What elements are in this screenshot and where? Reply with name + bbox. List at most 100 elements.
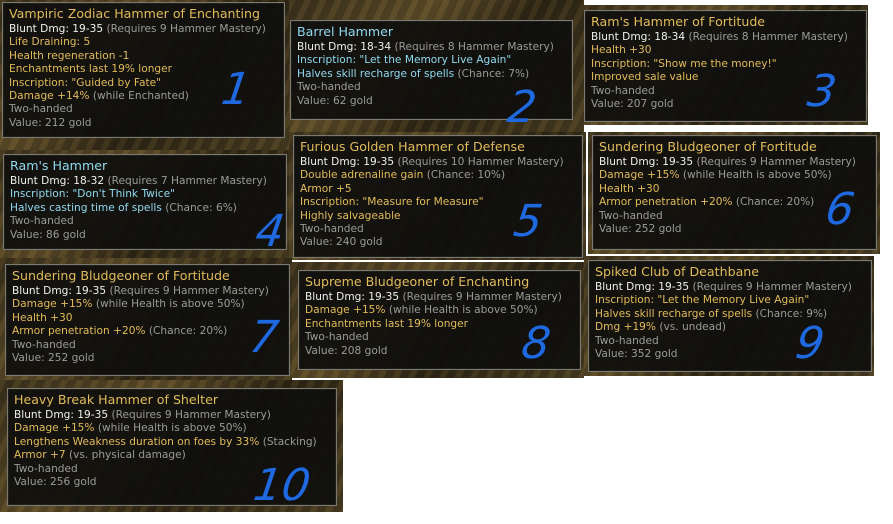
property-text: Blunt Dmg: 19-35 [300,156,398,168]
property-note: Value: 252 gold [12,352,95,365]
property-note: Two-handed [599,209,663,222]
item-property-line: Lengthens Weakness duration on foes by 3… [14,436,330,449]
property-note: (Chance: 7%) [457,67,530,80]
item-name: Vampiric Zodiac Hammer of Enchanting [9,6,260,21]
property-text: Inscription: "Measure for Measure" [300,196,484,209]
property-text: Blunt Dmg: 18-34 [297,41,395,53]
item-tooltip-9: Spiked Club of Deathbane Blunt Dmg: 19-35… [588,260,872,372]
item-name: Sundering Bludgeoner of Fortitude [12,268,230,283]
item-property-line: Blunt Dmg: 19-35 (Requires 9 Hammer Mast… [305,291,574,304]
property-text: Armor penetration +20% [12,325,149,338]
property-text: Inscription: "Let the Memory Live Again" [595,294,810,307]
property-text: Enchantments last 19% longer [305,317,469,330]
property-note: Two-handed [300,223,364,236]
property-note: (Requires 9 Hammer Mastery) [111,409,271,421]
property-text: Blunt Dmg: 19-35 [599,156,697,168]
property-text: Damage +15% [12,298,96,311]
property-note: Value: 62 gold [297,94,373,107]
property-note: (Chance: 10%) [426,169,506,182]
property-text: Armor +7 [14,449,69,462]
item-property-line: Halves skill recharge of spells (Chance:… [297,68,566,81]
item-name: Spiked Club of Deathbane [595,264,760,279]
item-name: Furious Golden Hammer of Defense [300,139,525,154]
item-property-line: Value: 352 gold [595,348,865,361]
property-note: Value: 252 gold [599,223,682,236]
property-note: (Chance: 20%) [148,325,228,338]
item-property-line: Inscription: "Let the Memory Live Again" [297,54,566,67]
property-text: Damage +14% [9,90,93,103]
item-property-line: Damage +15% (while Health is above 50%) [12,298,283,311]
property-note: (Requires 9 Hammer Mastery) [696,156,856,168]
property-note: Value: 256 gold [14,476,97,489]
item-property-line: Blunt Dmg: 19-35 (Requires 9 Hammer Mast… [595,281,865,294]
property-note: Two-handed [12,338,76,351]
property-text: Health +30 [591,44,652,57]
property-note: (while Health is above 50%) [97,422,247,435]
item-property-line: Armor penetration +20% (Chance: 20%) [12,325,283,338]
property-text: Inscription: "Guided by Fate" [9,76,162,89]
property-note: Two-handed [297,81,361,94]
item-property-line: Health regeneration -1 [9,50,278,63]
property-note: Value: 86 gold [10,228,86,241]
item-property-line: Inscription: "Don't Think Twice" [10,188,280,201]
item-name: Heavy Break Hammer of Shelter [14,392,219,407]
property-text: Health +30 [12,311,73,324]
item-property-line: Blunt Dmg: 19-35 (Requires 9 Hammer Mast… [14,409,330,422]
property-text: Blunt Dmg: 18-34 [591,31,689,43]
item-property-line: Two-handed [12,339,283,352]
property-note: Two-handed [10,215,74,228]
property-note: (while Enchanted) [92,90,189,103]
annotation-number-10: 10 [250,460,314,511]
item-property-line: Two-handed [10,215,280,228]
property-note: (Requires 9 Hammer Mastery) [109,285,269,297]
property-text: Blunt Dmg: 19-35 [595,281,693,293]
property-text: Halves skill recharge of spells [297,67,458,80]
item-property-line: Health +30 [12,312,283,325]
property-note: (Requires 10 Hammer Mastery) [397,156,564,168]
property-text: Armor +5 [300,182,352,195]
property-note: Value: 212 gold [9,116,92,129]
item-property-line: Blunt Dmg: 19-35 (Requires 10 Hammer Mas… [300,156,576,169]
property-note: (while Health is above 50%) [388,304,538,317]
property-text: Dmg +19% [595,321,660,334]
item-property-line: Double adrenaline gain (Chance: 10%) [300,169,576,182]
property-text: Blunt Dmg: 19-35 [14,409,112,421]
property-note: Two-handed [595,334,659,347]
property-text: Blunt Dmg: 19-35 [12,285,110,297]
property-note: (Chance: 20%) [735,196,815,209]
property-text: Highly salvageable [300,209,401,222]
item-property-line: Blunt Dmg: 18-34 (Requires 8 Hammer Mast… [591,31,860,44]
item-property-line: Blunt Dmg: 19-35 (Requires 9 Hammer Mast… [9,23,278,36]
property-text: Halves casting time of spells [10,201,166,214]
property-note: Two-handed [305,331,369,344]
item-property-line: Blunt Dmg: 18-32 (Requires 7 Hammer Mast… [10,175,280,188]
property-text: Blunt Dmg: 18-32 [10,175,108,187]
property-note: Value: 208 gold [305,344,388,357]
property-text: Improved sale value [591,71,699,84]
property-text: Enchantments last 19% longer [9,63,173,76]
property-note: (Requires 9 Hammer Mastery) [106,23,266,35]
item-property-line: Armor +5 [300,183,576,196]
property-note: (while Health is above 50%) [95,298,245,311]
property-note: (Chance: 6%) [165,201,237,214]
property-note: (Requires 8 Hammer Mastery) [688,31,848,43]
item-name: Ram's Hammer [10,158,108,173]
item-property-line: Halves casting time of spells (Chance: 6… [10,202,280,215]
property-note: (vs. undead) [659,321,727,334]
property-note: Two-handed [591,84,655,97]
property-text: Inscription: "Don't Think Twice" [10,188,175,201]
property-note: (Stacking) [262,435,317,448]
property-text: Halves skill recharge of spells [595,307,756,320]
property-note: Value: 207 gold [591,98,674,111]
item-name: Barrel Hammer [297,24,394,39]
item-name: Supreme Bludgeoner of Enchanting [305,274,530,289]
property-text: Blunt Dmg: 19-35 [305,291,403,303]
property-text: Health +30 [599,182,660,195]
property-text: Health regeneration -1 [9,49,130,62]
item-property-line: Value: 86 gold [10,229,280,242]
item-property-line: Blunt Dmg: 18-34 (Requires 8 Hammer Mast… [297,41,566,54]
item-property-line: Life Draining: 5 [9,36,278,49]
item-property-line: Blunt Dmg: 19-35 (Requires 9 Hammer Mast… [599,156,870,169]
property-text: Double adrenaline gain [300,169,427,182]
property-note: Two-handed [9,103,73,116]
